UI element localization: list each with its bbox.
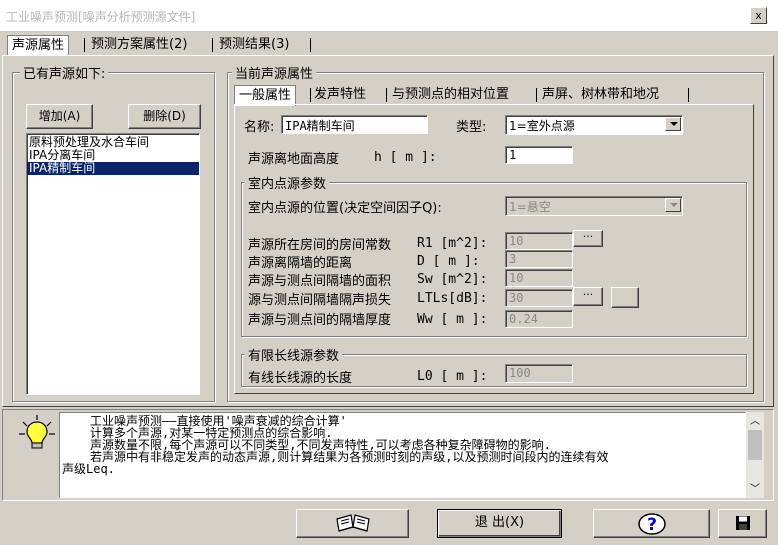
wall-thickness-label: 声源与测点间的隔墙厚度 — [248, 313, 392, 328]
scroll-thumb[interactable] — [748, 430, 762, 460]
sources-list[interactable]: 原料预处理及水合车间 IPA分离车间 IPA精制车间 — [26, 133, 200, 395]
subtab-general[interactable]: 一般属性 — [234, 85, 297, 106]
current-source-group-title: 当前声源属性 — [232, 63, 317, 82]
subtab-sound-characteristics[interactable]: 发声特性 — [314, 85, 366, 105]
subtab-separator — [386, 88, 387, 102]
help-scrollbar[interactable]: ︿ ﹀ — [746, 412, 764, 498]
tab-source-properties[interactable]: 声源属性 — [7, 35, 70, 56]
book-button[interactable] — [296, 509, 409, 538]
name-label: 名称: — [244, 120, 275, 135]
help-button[interactable]: ? — [593, 509, 710, 538]
room-constant-ellipsis-button[interactable]: ··· — [573, 230, 603, 247]
sources-group-title: 已有声源如下: — [20, 63, 109, 82]
type-select[interactable]: 1=室外点源 — [505, 115, 683, 135]
window-title: 工业噪声预测[噪声分析预测源文件] — [6, 10, 196, 24]
wall-thickness-input[interactable]: 0.24 — [505, 310, 573, 328]
tab-prediction-scheme[interactable]: 预测方案属性(2) — [87, 35, 191, 55]
wall-area-unit: Sw [m^2]: — [417, 272, 488, 287]
line-length-input[interactable]: 100 — [505, 364, 573, 383]
transmission-loss-label: 源与测点间隔墙隔声损失 — [248, 293, 392, 308]
close-button[interactable]: x — [750, 7, 767, 24]
wall-distance-input[interactable]: 3 — [505, 250, 573, 268]
tab-separator — [212, 38, 213, 52]
indoor-position-select[interactable]: 1=悬空 — [505, 196, 683, 216]
transmission-loss-input[interactable]: 30 — [505, 289, 573, 307]
tab-prediction-results[interactable]: 预测结果(3) — [215, 35, 293, 55]
height-label: 声源离地面高度 — [248, 152, 340, 167]
scroll-down-icon[interactable]: ﹀ — [746, 482, 764, 498]
help-line: 声级Leq. — [62, 462, 115, 476]
indoor-group-title: 室内点源参数 — [245, 173, 330, 192]
tab-separator — [310, 38, 311, 52]
height-unit: h [ m ]: — [374, 150, 437, 165]
lightbulb-icon — [17, 413, 57, 453]
help-text: 工业噪声预测——直接使用'噪声衰减的综合计算' 计算多个声源,对某一特定预测点的… — [62, 415, 742, 475]
save-button[interactable] — [718, 509, 767, 538]
floppy-disk-icon — [735, 516, 751, 534]
room-constant-label: 声源所在房间的房间常数 — [248, 238, 392, 253]
type-label: 类型: — [456, 120, 487, 135]
subtab-relative-position[interactable]: 与预测点的相对位置 — [392, 85, 509, 105]
subtab-separator — [688, 88, 689, 102]
title-bar: 工业噪声预测[噪声分析预测源文件] x — [0, 0, 778, 32]
add-source-button[interactable]: 增加(A) — [26, 104, 93, 129]
help-line: 若声源中有非稳定发声的动态声源,则计算结果为各预测时刻的声级,以及预测时间段内的… — [90, 450, 609, 464]
subtab-separator — [536, 88, 537, 102]
room-constant-unit: R1 [m^2]: — [417, 236, 488, 251]
list-item-selected[interactable]: IPA精制车间 — [27, 162, 199, 175]
height-input[interactable]: 1 — [505, 146, 573, 164]
transmission-loss-extra-button[interactable] — [611, 287, 639, 308]
subtab-separator — [310, 88, 311, 102]
chevron-down-icon[interactable] — [665, 198, 681, 212]
wall-distance-label: 声源离隔墙的距离 — [248, 256, 353, 271]
transmission-loss-ellipsis-button[interactable]: ··· — [573, 287, 603, 306]
line-length-unit: L0 [ m ]: — [417, 369, 488, 384]
scroll-up-icon[interactable]: ︿ — [746, 414, 764, 430]
delete-source-button[interactable]: 删除(D) — [128, 104, 201, 129]
transmission-loss-unit: LTLs[dB]: — [417, 291, 488, 306]
wall-distance-unit: D [ m ]: — [417, 254, 480, 269]
chevron-down-icon[interactable] — [665, 117, 681, 131]
room-constant-input[interactable]: 10 — [505, 232, 573, 250]
name-input[interactable]: IPA精制车间 — [281, 115, 428, 134]
book-icon — [333, 514, 373, 538]
wall-area-label: 声源与测点间隔墙的面积 — [248, 274, 392, 289]
line-source-group-title: 有限长线源参数 — [245, 345, 343, 364]
tab-separator — [84, 38, 85, 52]
exit-button[interactable]: 退 出(X) — [437, 509, 562, 538]
wall-area-input[interactable]: 10 — [505, 269, 573, 287]
indoor-position-label: 室内点源的位置(决定空间因子Q): — [248, 201, 442, 216]
wall-thickness-unit: Ww [ m ]: — [417, 312, 488, 327]
help-icon: ? — [637, 513, 667, 539]
subtab-barriers[interactable]: 声屏、树林带和地况 — [542, 85, 659, 105]
line-length-label: 有线长线源的长度 — [248, 371, 353, 386]
svg-text:?: ? — [647, 515, 657, 535]
close-icon: x — [755, 9, 762, 22]
